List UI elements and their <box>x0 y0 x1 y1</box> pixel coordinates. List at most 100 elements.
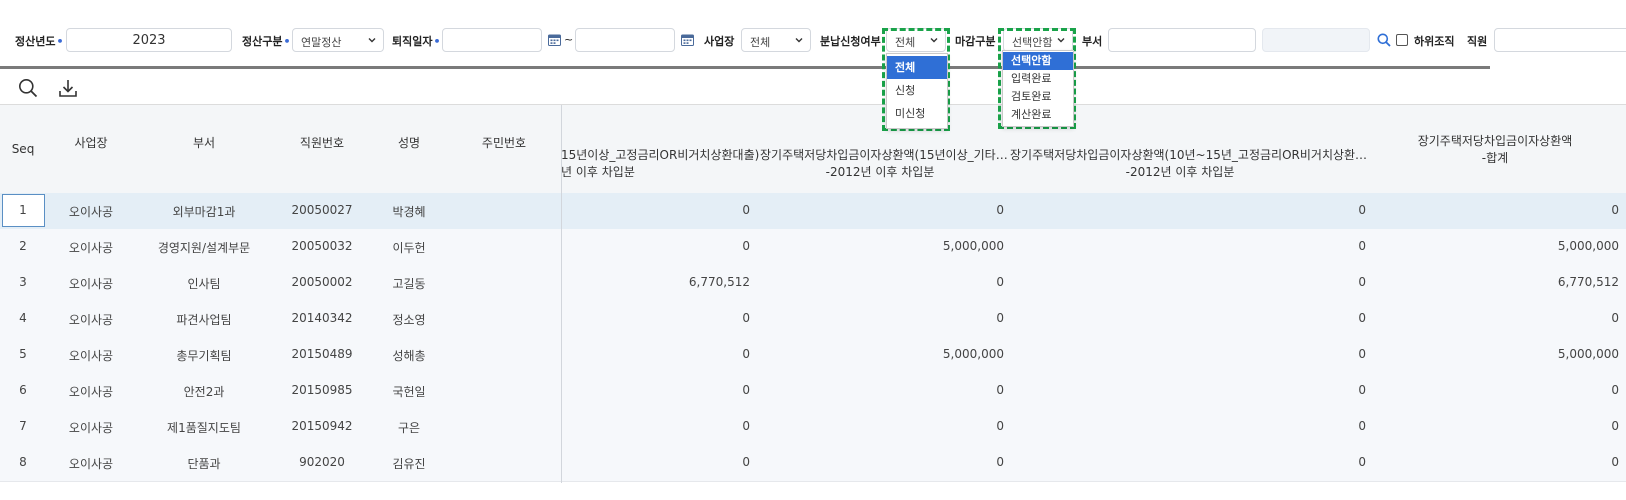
cell-seq[interactable]: 6 <box>0 383 46 397</box>
retire-date-from[interactable] <box>442 28 542 52</box>
cell-amount-c[interactable]: 0 <box>1004 455 1366 469</box>
cell-name[interactable]: 국헌일 <box>372 383 446 400</box>
cell-site[interactable]: 오이사공 <box>46 275 136 292</box>
cell-amount-c[interactable]: 0 <box>1004 311 1366 325</box>
cell-amount-a[interactable]: 0 <box>561 419 750 433</box>
installment-option[interactable]: 미신청 <box>887 102 947 125</box>
close-type-option[interactable]: 계산완료 <box>1003 106 1073 124</box>
cell-amount-b[interactable]: 0 <box>750 275 1004 289</box>
cell-emp-no[interactable]: 20150942 <box>272 419 372 433</box>
cell-seq[interactable]: 7 <box>0 419 46 433</box>
cell-site[interactable]: 오이사공 <box>46 203 136 220</box>
col-header-b-line1[interactable]: 장기주택저당차입금이자상환액(15년이상_기타… <box>760 147 1008 164</box>
suborg-checkbox[interactable] <box>1396 34 1408 46</box>
cell-site[interactable]: 오이사공 <box>46 383 136 400</box>
cell-amount-d[interactable]: 5,000,000 <box>1366 347 1619 361</box>
installment-option[interactable]: 전체 <box>887 56 947 79</box>
cell-name[interactable]: 성해총 <box>372 347 446 364</box>
cell-name[interactable]: 김유진 <box>372 455 446 472</box>
cell-amount-a[interactable]: 0 <box>561 239 750 253</box>
cell-amount-b[interactable]: 5,000,000 <box>750 347 1004 361</box>
cell-name[interactable]: 이두헌 <box>372 239 446 256</box>
cell-amount-a[interactable]: 0 <box>561 347 750 361</box>
table-row[interactable]: 3 오이사공 인사팀 20050002 고길동 6,770,512 0 0 6,770,512 <box>0 265 1626 302</box>
installment-option[interactable]: 신청 <box>887 79 947 102</box>
cell-amount-a[interactable]: 0 <box>561 311 750 325</box>
table-row[interactable]: 4 오이사공 파견사업팀 20140342 정소영 0 0 0 0 <box>0 301 1626 338</box>
cell-dept[interactable]: 외부마감1과 <box>136 203 272 220</box>
year-input[interactable]: 2023 <box>66 28 232 52</box>
cell-amount-c[interactable]: 0 <box>1004 275 1366 289</box>
cell-amount-d[interactable]: 0 <box>1366 311 1619 325</box>
col-header-d-line1[interactable]: 장기주택저당차입금이자상환액 <box>1370 133 1620 150</box>
cell-emp-no[interactable]: 902020 <box>272 455 372 469</box>
table-row[interactable]: 8 오이사공 단품과 902020 김유진 0 0 0 0 <box>0 445 1626 482</box>
employee-input[interactable] <box>1494 28 1626 52</box>
cell-amount-c[interactable]: 0 <box>1004 419 1366 433</box>
cell-amount-d[interactable]: 0 <box>1366 383 1619 397</box>
cell-amount-b[interactable]: 0 <box>750 455 1004 469</box>
calendar-icon[interactable] <box>548 33 561 46</box>
col-header-a-line1[interactable]: 15년이상_고정금리OR비거치상환대출) <box>561 147 759 164</box>
table-row[interactable]: 7 오이사공 제1품질지도팀 20150942 구은 0 0 0 0 <box>0 409 1626 446</box>
cell-site[interactable]: 오이사공 <box>46 455 136 472</box>
download-icon[interactable] <box>58 78 78 98</box>
cell-amount-d[interactable]: 0 <box>1366 419 1619 433</box>
cell-amount-b[interactable]: 0 <box>750 419 1004 433</box>
cell-amount-c[interactable]: 0 <box>1004 383 1366 397</box>
cell-amount-d[interactable]: 6,770,512 <box>1366 275 1619 289</box>
cell-site[interactable]: 오이사공 <box>46 239 136 256</box>
cell-emp-no[interactable]: 20150985 <box>272 383 372 397</box>
col-header-seq[interactable]: Seq <box>0 141 46 158</box>
cell-emp-no[interactable]: 20150489 <box>272 347 372 361</box>
close-type-option[interactable]: 입력완료 <box>1003 70 1073 88</box>
cell-dept[interactable]: 제1품질지도팀 <box>136 419 272 436</box>
dept-input[interactable] <box>1108 28 1256 52</box>
cell-amount-d[interactable]: 5,000,000 <box>1366 239 1619 253</box>
cell-site[interactable]: 오이사공 <box>46 311 136 328</box>
table-row[interactable]: 6 오이사공 안전2과 20150985 국헌일 0 0 0 0 <box>0 373 1626 410</box>
cell-site[interactable]: 오이사공 <box>46 347 136 364</box>
col-header-c-line1[interactable]: 장기주택저당차입금이자상환액(10년~15년_고정금리OR비거치상환… <box>1010 147 1367 164</box>
cell-amount-a[interactable]: 0 <box>561 203 750 217</box>
cell-dept[interactable]: 인사팀 <box>136 275 272 292</box>
cell-amount-a[interactable]: 6,770,512 <box>561 275 750 289</box>
col-header-dept[interactable]: 부서 <box>136 135 272 152</box>
cell-name[interactable]: 정소영 <box>372 311 446 328</box>
cell-dept[interactable]: 총무기획팀 <box>136 347 272 364</box>
cell-emp-no[interactable]: 20050032 <box>272 239 372 253</box>
cell-seq[interactable]: 2 <box>0 239 46 253</box>
cell-emp-no[interactable]: 20050002 <box>272 275 372 289</box>
cell-name[interactable]: 구은 <box>372 419 446 436</box>
cell-seq[interactable]: 4 <box>0 311 46 325</box>
cell-dept[interactable]: 단품과 <box>136 455 272 472</box>
cell-emp-no[interactable]: 20140342 <box>272 311 372 325</box>
cell-amount-c[interactable]: 0 <box>1004 239 1366 253</box>
cell-seq[interactable]: 1 <box>0 203 46 217</box>
cell-amount-a[interactable]: 0 <box>561 383 750 397</box>
cell-name[interactable]: 박경혜 <box>372 203 446 220</box>
cell-amount-c[interactable]: 0 <box>1004 203 1366 217</box>
cell-amount-b[interactable]: 5,000,000 <box>750 239 1004 253</box>
table-row[interactable]: 1 오이사공 외부마감1과 20050027 박경혜 0 0 0 0 <box>0 193 1626 230</box>
col-header-name[interactable]: 성명 <box>372 135 446 152</box>
close-type-option[interactable]: 선택안함 <box>1003 52 1073 70</box>
cell-dept[interactable]: 경영지원/설계부문 <box>136 239 272 256</box>
cell-dept[interactable]: 파견사업팀 <box>136 311 272 328</box>
cell-amount-b[interactable]: 0 <box>750 203 1004 217</box>
col-header-rrn[interactable]: 주민번호 <box>446 135 562 152</box>
cell-seq[interactable]: 8 <box>0 455 46 469</box>
cell-amount-a[interactable]: 0 <box>561 455 750 469</box>
search-icon[interactable] <box>1377 33 1391 47</box>
table-row[interactable]: 2 오이사공 경영지원/설계부문 20050032 이두헌 0 5,000,000 0 5,00… <box>0 229 1626 266</box>
cell-site[interactable]: 오이사공 <box>46 419 136 436</box>
cell-seq[interactable]: 5 <box>0 347 46 361</box>
cell-amount-d[interactable]: 0 <box>1366 203 1619 217</box>
cell-amount-c[interactable]: 0 <box>1004 347 1366 361</box>
col-header-site[interactable]: 사업장 <box>46 135 136 152</box>
cell-dept[interactable]: 안전2과 <box>136 383 272 400</box>
cell-amount-b[interactable]: 0 <box>750 311 1004 325</box>
type-select[interactable]: 연말정산 <box>292 28 384 52</box>
site-select[interactable]: 전체 <box>741 28 811 52</box>
retire-date-to[interactable] <box>575 28 675 52</box>
